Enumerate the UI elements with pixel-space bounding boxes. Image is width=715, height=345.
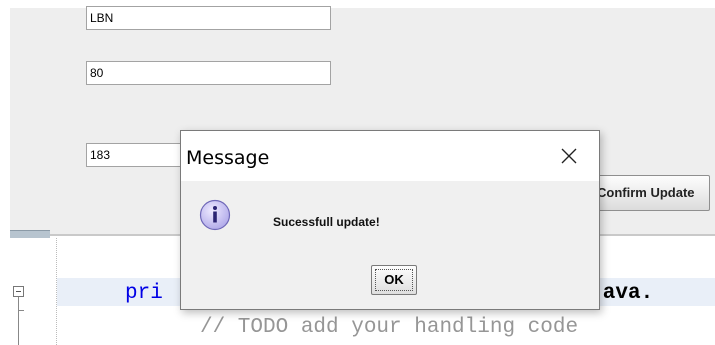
focus-ring bbox=[375, 269, 413, 291]
code-comment: // TODO add your handling code bbox=[200, 316, 579, 339]
close-icon bbox=[561, 148, 577, 164]
dialog-message: Sucessfull update! bbox=[273, 215, 380, 229]
ok-button[interactable]: OK bbox=[371, 265, 417, 295]
info-icon bbox=[199, 199, 231, 231]
weight-field[interactable]: 80 bbox=[86, 61, 331, 85]
fold-collapse-icon[interactable] bbox=[13, 286, 24, 297]
code-field-1[interactable]: LBN bbox=[86, 6, 331, 30]
confirm-update-label: Confirm Update bbox=[597, 185, 695, 200]
code-keyword: pri bbox=[125, 282, 163, 305]
dialog-titlebar[interactable]: Message bbox=[181, 131, 599, 181]
fold-guide bbox=[18, 297, 19, 345]
message-dialog: Message Sucessfull update! OK bbox=[180, 130, 600, 310]
close-button[interactable] bbox=[547, 139, 591, 173]
fold-guide-tick bbox=[18, 310, 24, 311]
dialog-title: Message bbox=[186, 147, 270, 169]
editor-gutter bbox=[0, 238, 56, 345]
